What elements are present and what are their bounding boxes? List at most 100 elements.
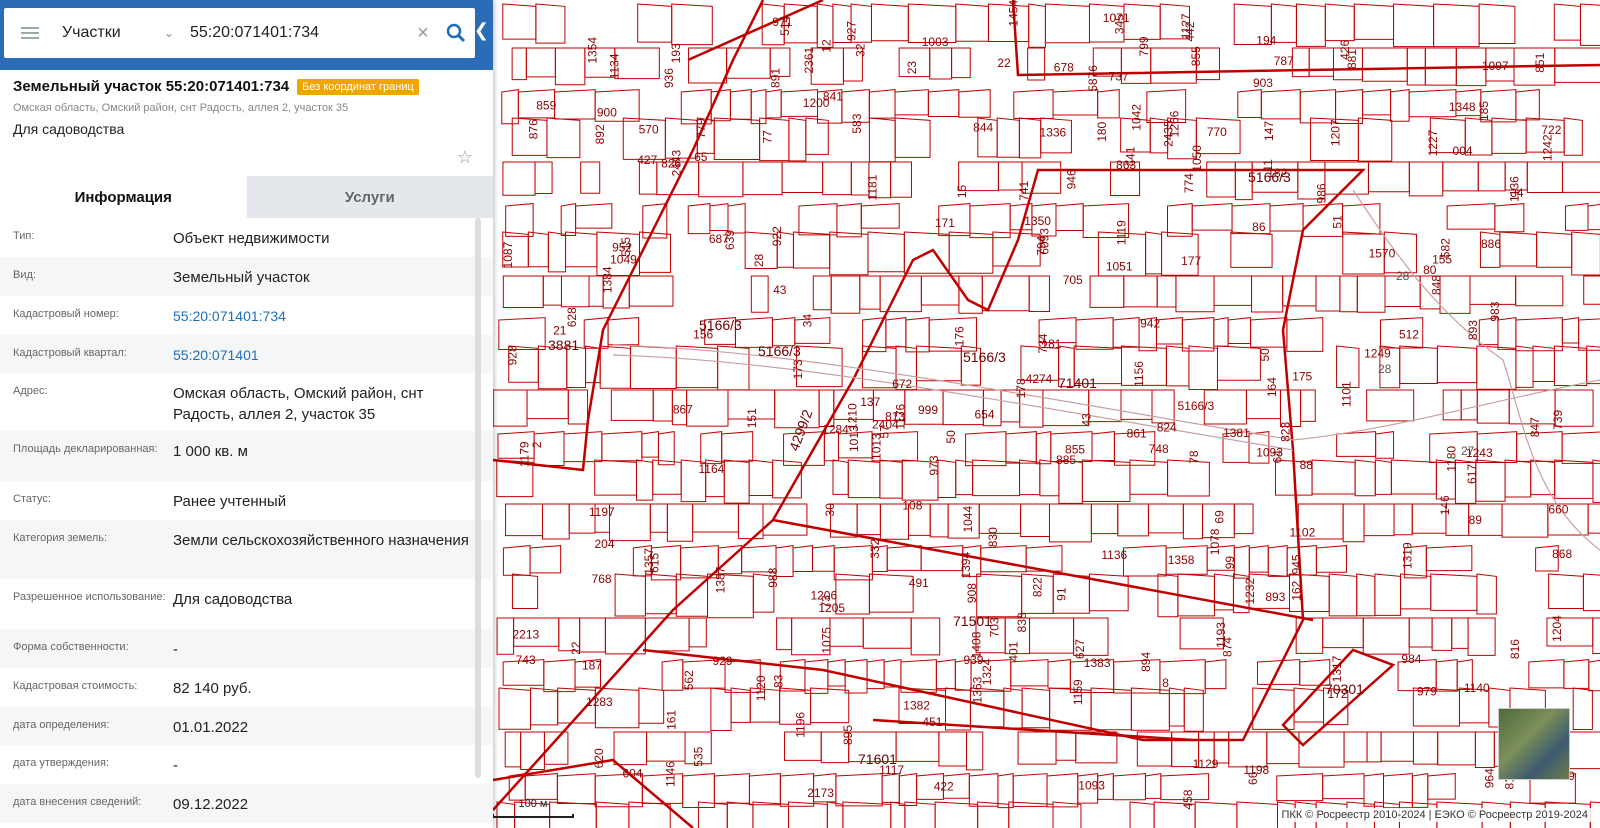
parcel-outline bbox=[1374, 573, 1402, 616]
parcel-outline bbox=[860, 203, 900, 229]
parcel-label: 927 bbox=[844, 21, 858, 41]
tabs: Информация Услуги bbox=[0, 176, 493, 218]
parcel-outline bbox=[1097, 89, 1120, 119]
parcel-outline bbox=[1399, 345, 1438, 385]
parcel-outline bbox=[879, 459, 903, 499]
parcel-label: 774 bbox=[1182, 173, 1196, 193]
scrollbar[interactable] bbox=[475, 218, 481, 778]
parcel-label: 1383 bbox=[1084, 656, 1111, 670]
parcel-outline bbox=[502, 545, 531, 576]
parcel-outline bbox=[1291, 47, 1310, 78]
parcel-label: 176 bbox=[953, 326, 967, 346]
parcel-outline bbox=[1439, 275, 1471, 314]
parcel-label: 748 bbox=[1149, 442, 1169, 456]
parcel-outline bbox=[688, 617, 707, 648]
collapse-panel-icon[interactable]: ❮ bbox=[474, 20, 489, 41]
parcel-outline bbox=[526, 389, 569, 420]
parcel-outline bbox=[992, 231, 1041, 267]
quarter-label: 70301 bbox=[1325, 681, 1364, 697]
quarter-label: 28 bbox=[1378, 362, 1392, 376]
parcel-outline bbox=[1081, 459, 1131, 502]
parcel-outline bbox=[1044, 3, 1090, 44]
parcel-label: 1044 bbox=[961, 506, 975, 533]
parcel-outline bbox=[1504, 459, 1532, 498]
parcel-outline bbox=[1587, 203, 1600, 231]
parcel-outline bbox=[1586, 345, 1600, 385]
basemap-switcher-thumbnail[interactable] bbox=[1498, 708, 1570, 780]
object-title: Земельный участок 55:20:071401:734 bbox=[13, 78, 290, 95]
parcel-outline bbox=[1336, 345, 1360, 389]
parcel-outline bbox=[1052, 89, 1099, 116]
parcel-label: 1454 bbox=[1007, 0, 1021, 27]
chevron-down-icon[interactable]: ⌄ bbox=[164, 26, 178, 40]
search-input[interactable]: 55:20:071401:734 bbox=[190, 24, 409, 42]
parcel-outline bbox=[641, 431, 659, 458]
clear-icon[interactable]: × bbox=[409, 22, 437, 45]
parcel-label: 2435 bbox=[1161, 120, 1175, 147]
parcel-outline bbox=[951, 47, 971, 79]
parcel-outline bbox=[976, 573, 1023, 618]
parcel-outline bbox=[688, 47, 728, 84]
map-canvas[interactable]: 678 458 43 442 1117 768 988 34 1042 942 1093 32 886 1… bbox=[493, 0, 1600, 828]
parcel-outline bbox=[1430, 573, 1478, 611]
parcel-outline bbox=[1018, 117, 1042, 159]
parcel-label: 1146 bbox=[663, 761, 677, 787]
parcel-outline bbox=[859, 275, 881, 310]
parcel-outline bbox=[666, 503, 694, 542]
parcel-outline bbox=[1427, 773, 1456, 800]
parcel-label: 908 bbox=[965, 583, 979, 603]
parcel-label: 891 bbox=[769, 68, 783, 88]
parcel-outline bbox=[1216, 345, 1261, 381]
search-icon[interactable] bbox=[437, 23, 475, 43]
parcel-outline bbox=[1155, 317, 1183, 345]
parcel-outline bbox=[1357, 117, 1393, 162]
parcel-outline bbox=[614, 47, 660, 80]
parcel-outline bbox=[1553, 3, 1581, 41]
parcel-outline bbox=[698, 161, 744, 198]
scale-label: 100 м bbox=[518, 798, 548, 810]
parcel-outline bbox=[1343, 731, 1368, 763]
parcel-label: 535 bbox=[691, 746, 705, 766]
parcel-label: 401 bbox=[1006, 641, 1020, 661]
parcel-outline bbox=[726, 801, 754, 828]
tab-info[interactable]: Информация bbox=[0, 176, 247, 218]
parcel-outline bbox=[1267, 545, 1288, 577]
parcel-outline bbox=[1578, 318, 1600, 351]
search-type-select[interactable]: Участки bbox=[56, 24, 164, 42]
parcel-outline bbox=[1442, 389, 1462, 421]
parcel-outline bbox=[1446, 203, 1496, 230]
info-key: Кадастровая стоимость: bbox=[13, 680, 138, 692]
parcel-outline bbox=[560, 275, 590, 308]
parcel-outline bbox=[948, 231, 994, 274]
parcel-outline bbox=[1572, 687, 1593, 731]
parcel-outline bbox=[1561, 161, 1600, 193]
cadastral-quarter-link[interactable]: 55:20:071401 bbox=[173, 335, 480, 366]
parcel-outline bbox=[496, 617, 515, 655]
parcel-label: 1129 bbox=[1193, 757, 1219, 771]
object-use: Для садоводства bbox=[13, 121, 125, 137]
parcel-label: 1140 bbox=[1464, 681, 1490, 695]
parcel-outline bbox=[781, 161, 824, 194]
cadastral-number-link[interactable]: 55:20:071401:734 bbox=[173, 296, 480, 327]
parcel-label: 885 bbox=[1056, 453, 1076, 467]
parcel-label: 43 bbox=[1079, 413, 1093, 427]
parcel-outline bbox=[1012, 773, 1048, 807]
parcel-outline bbox=[542, 275, 562, 306]
tab-services[interactable]: Услуги bbox=[246, 176, 493, 218]
parcel-outline bbox=[530, 687, 559, 726]
parcel-label: 1382 bbox=[903, 699, 930, 713]
parcel-label: 851 bbox=[1533, 52, 1547, 72]
parcel-outline bbox=[1166, 203, 1193, 237]
parcel-label: 893 bbox=[1265, 590, 1285, 604]
parcel-label: 1394 bbox=[959, 552, 973, 579]
parcel-outline bbox=[1206, 161, 1236, 198]
parcel-outline bbox=[890, 161, 912, 198]
menu-icon[interactable] bbox=[4, 8, 56, 58]
parcel-outline bbox=[895, 731, 940, 762]
favorite-star-icon[interactable]: ☆ bbox=[457, 147, 473, 168]
parcel-outline bbox=[1474, 731, 1495, 769]
parcel-outline bbox=[927, 89, 960, 118]
parcel-outline bbox=[1021, 687, 1051, 729]
parcel-outline bbox=[547, 231, 567, 273]
parcel-outline bbox=[525, 47, 556, 78]
